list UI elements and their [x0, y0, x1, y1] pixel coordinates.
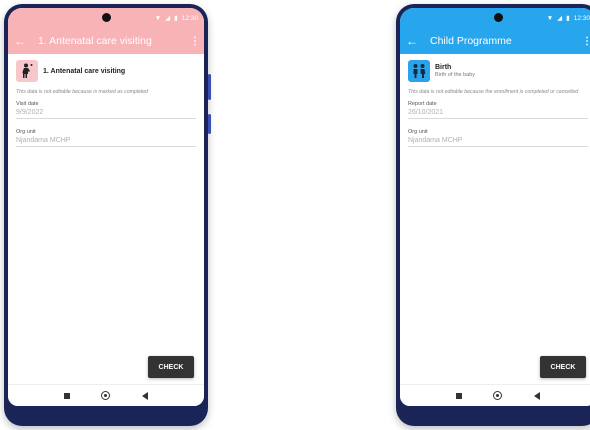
- stage-header: Birth Birth of the baby: [408, 60, 588, 82]
- check-button[interactable]: CHECK: [148, 356, 194, 378]
- recents-icon[interactable]: [63, 392, 70, 399]
- field-label: Org unit: [408, 128, 428, 135]
- screen: ▼ ◢ ▮ 12:30 ← Child Programme ⋮ Birth Bi…: [400, 8, 590, 406]
- field-value: Njandama MCHP: [16, 137, 196, 147]
- recents-icon[interactable]: [455, 392, 462, 399]
- report-date-field[interactable]: Report date 26/10/2021: [408, 101, 588, 119]
- visit-date-field[interactable]: Visit date 9/9/2022: [16, 101, 196, 119]
- screen: ▼ ◢ ▮ 12:30 ← 1. Antenatal care visiting…: [8, 8, 204, 406]
- stage-title: Birth: [435, 64, 452, 71]
- nav-back-icon[interactable]: [142, 391, 149, 400]
- field-value: Njandama MCHP: [408, 137, 588, 147]
- home-icon[interactable]: [493, 391, 503, 400]
- status-time: 12:30: [181, 14, 198, 22]
- check-button[interactable]: CHECK: [540, 356, 586, 378]
- more-options-icon[interactable]: ⋮: [582, 36, 590, 47]
- field-label: Org unit: [16, 128, 36, 135]
- battery-icon: ▮: [566, 15, 570, 22]
- phone-right: ▼ ◢ ▮ 12:30 ← Child Programme ⋮ Birth Bi…: [396, 4, 590, 426]
- wifi-icon: ▼: [546, 14, 554, 22]
- battery-icon: ▮: [174, 15, 178, 22]
- power-button: [208, 114, 211, 134]
- event-form: Birth Birth of the baby This data is not…: [400, 54, 590, 163]
- stage-header: 1. Antenatal care visiting: [16, 60, 196, 82]
- field-label: Report date: [408, 100, 437, 107]
- phone-left: ▼ ◢ ▮ 12:30 ← 1. Antenatal care visiting…: [4, 4, 211, 426]
- signal-icon: ◢: [165, 15, 171, 22]
- toolbar: ← 1. Antenatal care visiting ⋮: [8, 28, 204, 54]
- home-icon[interactable]: [101, 391, 111, 400]
- toolbar-title: 1. Antenatal care visiting: [38, 35, 152, 47]
- status-bar: ▼ ◢ ▮ 12:30: [8, 8, 204, 28]
- children-icon: [408, 60, 430, 82]
- nav-back-icon[interactable]: [534, 391, 541, 400]
- camera-icon: [494, 13, 503, 22]
- stage-title: 1. Antenatal care visiting: [43, 67, 126, 75]
- system-nav-bar: [8, 384, 204, 406]
- back-arrow-icon[interactable]: ←: [406, 34, 422, 48]
- field-value: 9/9/2022: [16, 109, 196, 119]
- pregnant-woman-icon: [16, 60, 38, 82]
- back-arrow-icon[interactable]: ←: [14, 34, 30, 48]
- volume-button: [208, 74, 211, 100]
- field-label: Visit date: [16, 100, 39, 107]
- field-value: 26/10/2021: [408, 109, 588, 119]
- system-nav-bar: [400, 384, 590, 406]
- wifi-icon: ▼: [154, 14, 162, 22]
- not-editable-notice: This data is not editable because is mar…: [16, 89, 149, 95]
- toolbar: ← Child Programme ⋮: [400, 28, 590, 54]
- signal-icon: ◢: [557, 15, 563, 22]
- camera-icon: [102, 13, 111, 22]
- org-unit-field[interactable]: Org unit Njandama MCHP: [408, 129, 588, 147]
- more-options-icon[interactable]: ⋮: [190, 36, 200, 47]
- event-form: 1. Antenatal care visiting This data is …: [8, 54, 204, 163]
- status-time: 12:30: [573, 14, 590, 22]
- status-bar: ▼ ◢ ▮ 12:30: [400, 8, 590, 28]
- not-editable-notice: This data is not editable because the en…: [408, 89, 579, 95]
- org-unit-field[interactable]: Org unit Njandama MCHP: [16, 129, 196, 147]
- toolbar-title: Child Programme: [430, 35, 512, 47]
- stage-subtitle: Birth of the baby: [435, 72, 476, 78]
